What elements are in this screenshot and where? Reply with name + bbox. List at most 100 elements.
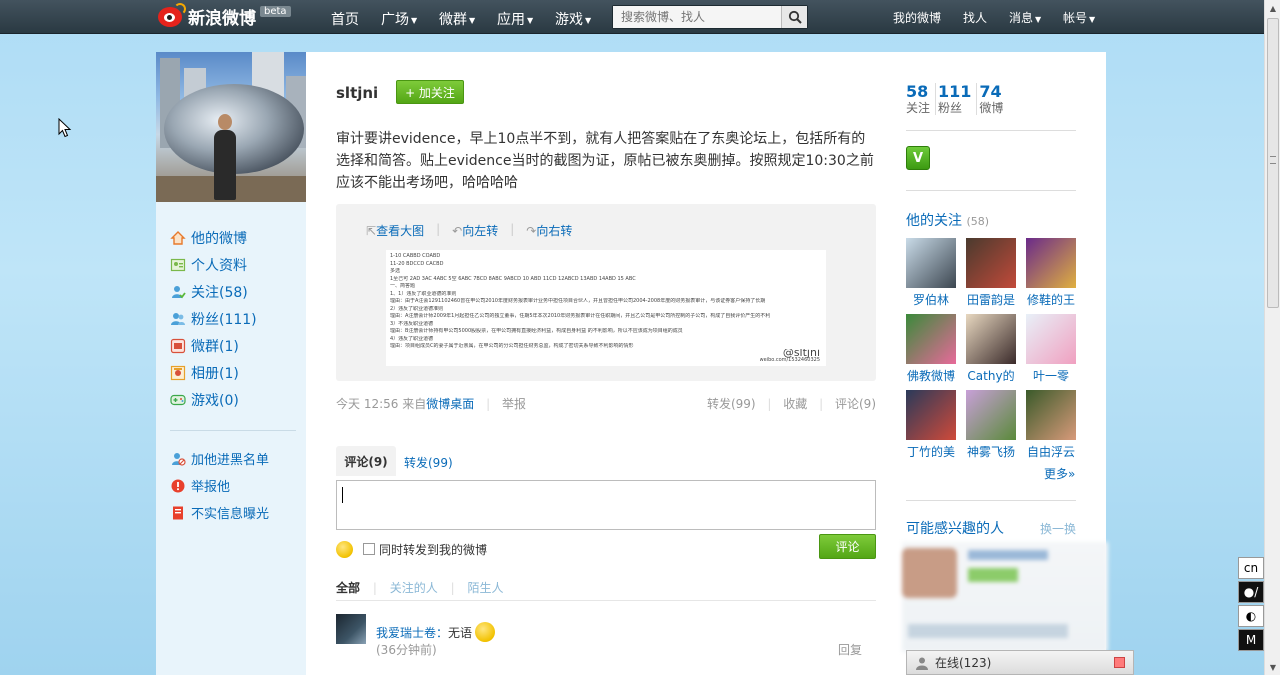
- following-user[interactable]: 自由浮云: [1026, 390, 1086, 460]
- verified-badge-icon[interactable]: V: [906, 146, 930, 170]
- sidebar-item-following[interactable]: 关注(58): [170, 278, 306, 305]
- following-user[interactable]: 罗伯林: [906, 238, 966, 308]
- commenter-name[interactable]: 我爱瑞士卷: [376, 626, 436, 640]
- nav-groups[interactable]: 微群 ▼: [439, 9, 475, 29]
- following-avatar[interactable]: [1026, 238, 1076, 288]
- sidebar-item-fans[interactable]: 粉丝(111): [170, 305, 306, 332]
- stat-fans[interactable]: 111 粉丝: [938, 83, 978, 115]
- contrast-icon[interactable]: ◐: [1238, 605, 1264, 627]
- chevron-down-icon: ▼: [469, 15, 476, 25]
- also-repost-checkbox[interactable]: [363, 543, 375, 555]
- following-name[interactable]: 叶一零: [1021, 367, 1081, 384]
- rotate-right-link[interactable]: ↷向右转: [526, 222, 572, 239]
- following-user[interactable]: 丁竹的美: [906, 390, 966, 460]
- report-post-link[interactable]: 举报: [502, 397, 526, 411]
- following-name[interactable]: 佛教微博: [901, 367, 961, 384]
- close-icon[interactable]: [1114, 657, 1125, 668]
- search-button[interactable]: [781, 6, 807, 28]
- vertical-scrollbar[interactable]: ▲ ▼: [1264, 0, 1280, 675]
- scroll-down-icon[interactable]: ▼: [1265, 659, 1280, 675]
- favorite-link[interactable]: 收藏: [783, 397, 807, 411]
- following-avatar[interactable]: [966, 314, 1016, 364]
- following-avatar[interactable]: [906, 314, 956, 364]
- reply-link[interactable]: 回复: [838, 641, 862, 658]
- following-title[interactable]: 他的关注 (58): [906, 210, 989, 230]
- following-name[interactable]: 罗伯林: [901, 291, 961, 308]
- suggested-user-blurred: [902, 542, 1108, 652]
- following-avatar[interactable]: [966, 390, 1016, 440]
- logo-text: 新浪微博: [188, 8, 256, 29]
- following-avatar[interactable]: [1026, 390, 1076, 440]
- search-input[interactable]: [613, 6, 782, 28]
- following-user[interactable]: 田雷韵是: [966, 238, 1026, 308]
- filter-all[interactable]: 全部: [336, 581, 360, 595]
- report-user-link[interactable]: 举报他: [170, 472, 306, 499]
- scroll-up-icon[interactable]: ▲: [1265, 0, 1280, 16]
- follow-button[interactable]: + 加关注: [396, 80, 464, 104]
- profile-icon: [170, 257, 186, 273]
- top-navbar: 新浪微博 beta 首页 广场▼ 微群▼ 应用▼ 游戏▼ 我的微博 找人 消息▼…: [0, 0, 1264, 34]
- comment-link[interactable]: 评论(9): [835, 397, 876, 411]
- filter-following[interactable]: 关注的人: [390, 581, 438, 595]
- sidebar-item-games[interactable]: 游戏(0): [170, 386, 306, 413]
- m-button[interactable]: M: [1238, 629, 1264, 651]
- rotate-left-link[interactable]: ↶向左转: [452, 222, 498, 239]
- following-user[interactable]: 叶一零: [1026, 314, 1086, 384]
- filter-strangers[interactable]: 陌生人: [467, 581, 503, 595]
- post-media: ⇱查看大图 | ↶向左转 | ↷向右转 1-10 CABBD COABD 11-…: [336, 204, 876, 381]
- following-avatar[interactable]: [906, 238, 956, 288]
- following-user[interactable]: 神雾飞扬: [966, 390, 1026, 460]
- nav-account[interactable]: 帐号 ▼: [1063, 9, 1095, 26]
- following-name[interactable]: 自由浮云: [1021, 443, 1081, 460]
- divider: [170, 430, 296, 431]
- nav-my-weibo[interactable]: 我的微博: [893, 9, 941, 26]
- post-image[interactable]: 1-10 CABBD COABD 11-20 BDCCD CACBD 多选 1至…: [386, 250, 826, 366]
- nav-games[interactable]: 游戏 ▼: [555, 9, 591, 29]
- nav-home[interactable]: 首页: [331, 9, 359, 29]
- expose-misinfo-link[interactable]: 不实信息曝光: [170, 499, 306, 526]
- commenter-avatar[interactable]: [336, 614, 366, 644]
- online-chat-bar[interactable]: 在线(123): [906, 650, 1134, 675]
- profile-avatar[interactable]: [156, 52, 306, 202]
- divider: [906, 130, 1076, 131]
- following-user[interactable]: Cathy的: [966, 314, 1026, 384]
- more-following-link[interactable]: 更多»: [1044, 465, 1075, 482]
- sidebar-item-groups[interactable]: 微群(1): [170, 332, 306, 359]
- stat-posts[interactable]: 74 微博: [979, 83, 1008, 116]
- following-name[interactable]: 神雾飞扬: [961, 443, 1021, 460]
- floating-toolbar: cn ●/ ◐ M: [1238, 557, 1264, 653]
- following-avatar[interactable]: [966, 238, 1016, 288]
- weibo-logo[interactable]: 新浪微博 beta: [156, 3, 291, 29]
- following-name[interactable]: Cathy的: [961, 367, 1021, 384]
- username[interactable]: sltjni: [336, 84, 378, 102]
- swap-link[interactable]: 换一换: [1040, 520, 1076, 537]
- nav-apps[interactable]: 应用 ▼: [497, 9, 533, 29]
- following-name[interactable]: 修鞋的王: [1021, 291, 1081, 308]
- nav-find-people[interactable]: 找人: [963, 9, 987, 26]
- repost-link[interactable]: 转发(99): [707, 397, 756, 411]
- tool-button[interactable]: ●/: [1238, 581, 1264, 603]
- nav-messages[interactable]: 消息 ▼: [1009, 9, 1041, 26]
- sidebar-item-his-weibo[interactable]: 他的微博: [170, 224, 306, 251]
- submit-comment-button[interactable]: 评论: [819, 534, 876, 559]
- following-avatar[interactable]: [906, 390, 956, 440]
- nav-square[interactable]: 广场 ▼: [381, 9, 417, 29]
- view-large-link[interactable]: ⇱查看大图: [366, 222, 424, 239]
- tab-comments[interactable]: 评论(9): [336, 446, 396, 476]
- cn-button[interactable]: cn: [1238, 557, 1264, 579]
- following-user[interactable]: 修鞋的王: [1026, 238, 1086, 308]
- tab-reposts[interactable]: 转发(99): [404, 454, 453, 471]
- add-to-blacklist-link[interactable]: 加他进黑名单: [170, 445, 306, 472]
- comment-time: (36分钟前): [376, 643, 437, 657]
- post-source-link[interactable]: 微博桌面: [426, 397, 474, 411]
- following-name[interactable]: 丁竹的美: [901, 443, 961, 460]
- following-name[interactable]: 田雷韵是: [961, 291, 1021, 308]
- stat-following[interactable]: 58 关注: [906, 83, 937, 115]
- divider: [906, 500, 1076, 501]
- smiley-icon[interactable]: [336, 540, 353, 558]
- following-avatar[interactable]: [1026, 314, 1076, 364]
- following-user[interactable]: 佛教微博: [906, 314, 966, 384]
- comment-input[interactable]: [336, 480, 876, 530]
- sidebar-item-album[interactable]: 相册(1): [170, 359, 306, 386]
- sidebar-item-profile[interactable]: 个人资料: [170, 251, 306, 278]
